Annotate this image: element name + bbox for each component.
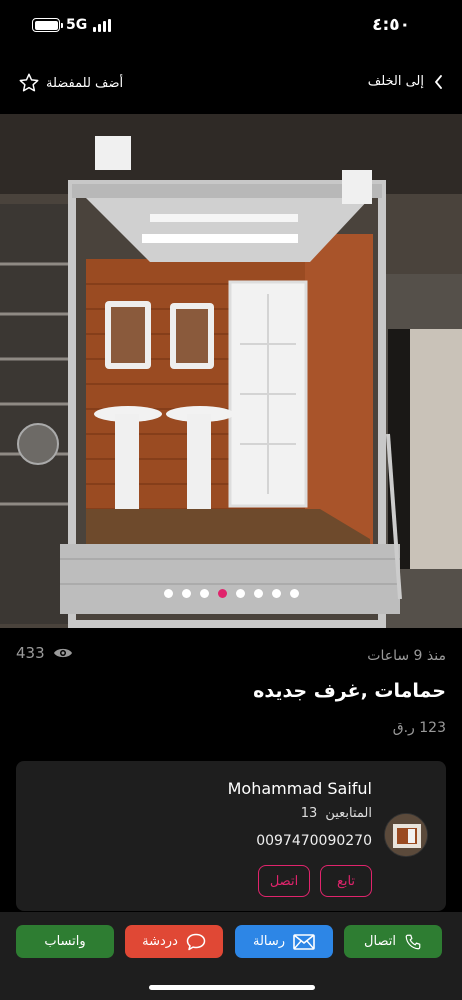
avatar-image: [385, 814, 427, 856]
message-label: رسالة: [252, 934, 286, 949]
eye-icon: [53, 648, 72, 658]
gallery-dot[interactable]: [217, 589, 227, 598]
view-count: 433: [16, 644, 73, 662]
call-button[interactable]: اتصال: [344, 925, 442, 958]
gallery-dot[interactable]: [289, 589, 299, 598]
signal-icon: [93, 18, 112, 32]
whatsapp-button[interactable]: واتساب: [16, 925, 114, 958]
listing-meta: منذ 9 ساعات 433: [0, 644, 462, 668]
posted-time: منذ 9 ساعات: [367, 648, 446, 664]
battery-icon: [32, 18, 63, 32]
seller-avatar[interactable]: [384, 813, 428, 857]
chevron-left-icon: [435, 74, 442, 89]
whatsapp-label: واتساب: [44, 934, 86, 949]
status-time: ٤:٥٠: [372, 15, 410, 35]
gallery-dot[interactable]: [199, 589, 209, 598]
chat-button[interactable]: دردشة: [125, 925, 223, 958]
star-icon: [19, 73, 39, 92]
favorite-label: أضف للمفضلة: [46, 75, 124, 91]
listing-price: 123 ر.ق: [392, 720, 446, 736]
seller-actions: تابع اتصل: [258, 865, 372, 897]
gallery-dot[interactable]: [235, 589, 245, 598]
followers-info: المتابعين 13: [301, 806, 372, 821]
gallery-dot[interactable]: [253, 589, 263, 598]
status-bar: 5G ٤:٥٠: [0, 0, 462, 56]
network-label: 5G: [66, 17, 88, 33]
nav-bar: إلى الخلف أضف للمفضلة: [0, 66, 462, 106]
chat-label: دردشة: [142, 934, 178, 949]
bottom-action-bar: اتصال رسالة دردشة واتساب: [0, 912, 462, 1000]
call-label: اتصال: [364, 934, 396, 949]
back-label: إلى الخلف: [367, 74, 424, 89]
chat-bubble-icon: [186, 933, 206, 950]
gallery-dot[interactable]: [163, 589, 173, 598]
seller-phone[interactable]: 0097470090270: [256, 833, 372, 849]
image-gallery[interactable]: [0, 114, 462, 628]
followers-label: المتابعين: [325, 806, 372, 821]
seller-name[interactable]: Mohammad Saiful: [228, 779, 372, 798]
gallery-dot[interactable]: [181, 589, 191, 598]
gallery-pagination[interactable]: [0, 589, 462, 598]
message-button[interactable]: رسالة: [235, 925, 333, 958]
back-button[interactable]: إلى الخلف: [368, 74, 444, 89]
home-indicator[interactable]: [149, 985, 315, 990]
seller-card: Mohammad Saiful المتابعين 13 00974700902…: [16, 761, 446, 911]
call-seller-button[interactable]: اتصل: [258, 865, 310, 897]
gallery-dot[interactable]: [271, 589, 281, 598]
phone-icon: [405, 934, 421, 949]
envelope-icon: [293, 933, 315, 950]
add-favorite-button[interactable]: أضف للمفضلة: [18, 72, 123, 94]
status-indicators: 5G: [32, 17, 112, 33]
listing-photo: [0, 114, 462, 628]
followers-count: 13: [300, 806, 318, 821]
follow-button[interactable]: تابع: [320, 865, 372, 897]
views-value: 433: [16, 644, 45, 662]
listing-title: حمامات ,غرف جديده: [253, 680, 446, 702]
